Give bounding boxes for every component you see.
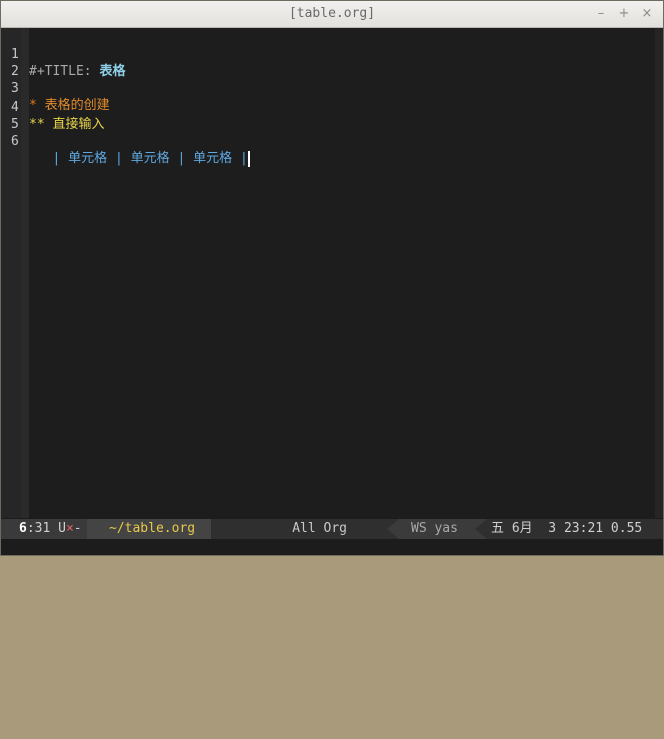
modeline-separator — [387, 519, 399, 539]
modeline-separator — [475, 519, 487, 539]
heading-2-text: 直接输入 — [52, 117, 105, 132]
text-cursor — [247, 150, 250, 167]
modified-indicator: × — [65, 521, 74, 536]
mode-line: 6:31 U×- ~/table.org All Org WS yas 五 6月… — [1, 519, 663, 539]
table-pipe: | — [52, 151, 61, 166]
major-mode[interactable]: Org — [324, 521, 347, 536]
minor-modes[interactable]: WS yas — [399, 519, 487, 539]
editor-line-5[interactable]: 5 — [1, 99, 48, 132]
column-indicator: :31 — [26, 521, 51, 536]
buffer-position: All — [292, 521, 316, 536]
cursor-position: 6:31 U×- — [1, 519, 87, 539]
editor-line-1[interactable]: 1 #+TITLE: 表格 — [1, 29, 125, 79]
emacs-window: [table.org] – + × 1 #+TITLE: 表格 2 3 * 表格… — [0, 0, 664, 556]
modeline-separator — [199, 519, 211, 539]
echo-area[interactable] — [1, 539, 663, 555]
close-button[interactable]: × — [639, 6, 655, 22]
table-cell[interactable]: 单元格 — [193, 151, 232, 166]
document-title: 表格 — [99, 64, 126, 79]
time-and-load: 五 6月 3 23:21 0.55 — [487, 519, 663, 539]
editor-line-4[interactable]: 4 ** 直接输入 — [1, 82, 105, 132]
window-title: [table.org] — [288, 6, 376, 21]
table-pipe: | — [114, 151, 123, 166]
editor-line-2[interactable]: 2 — [1, 46, 48, 79]
line-number: 6 — [11, 134, 19, 149]
table-pipe: | — [177, 151, 186, 166]
heading-1-text: 表格的创建 — [44, 98, 110, 113]
maximize-button[interactable]: + — [616, 6, 632, 22]
encoding-indicator: U — [58, 521, 66, 536]
table-pipe: | — [239, 151, 248, 166]
editor-line-6[interactable]: 6 | 单元格 | 单元格 | 单元格 | — [1, 116, 250, 167]
mode-info: All Org — [211, 519, 399, 539]
minimize-button[interactable]: – — [593, 6, 609, 22]
editor-line-3[interactable]: 3 * 表格的创建 — [1, 63, 110, 113]
table-cell[interactable]: 单元格 — [131, 151, 170, 166]
editor-area[interactable]: 1 #+TITLE: 表格 2 3 * 表格的创建 4 ** 直接输入 5 6 … — [1, 28, 663, 518]
right-fringe — [655, 28, 663, 518]
table-cell[interactable]: 单元格 — [68, 151, 107, 166]
eol-indicator: - — [73, 521, 82, 536]
buffer-name[interactable]: ~/table.org — [87, 519, 211, 539]
title-bar[interactable]: [table.org] – + × — [1, 1, 663, 28]
line-indicator: 6 — [19, 521, 27, 536]
